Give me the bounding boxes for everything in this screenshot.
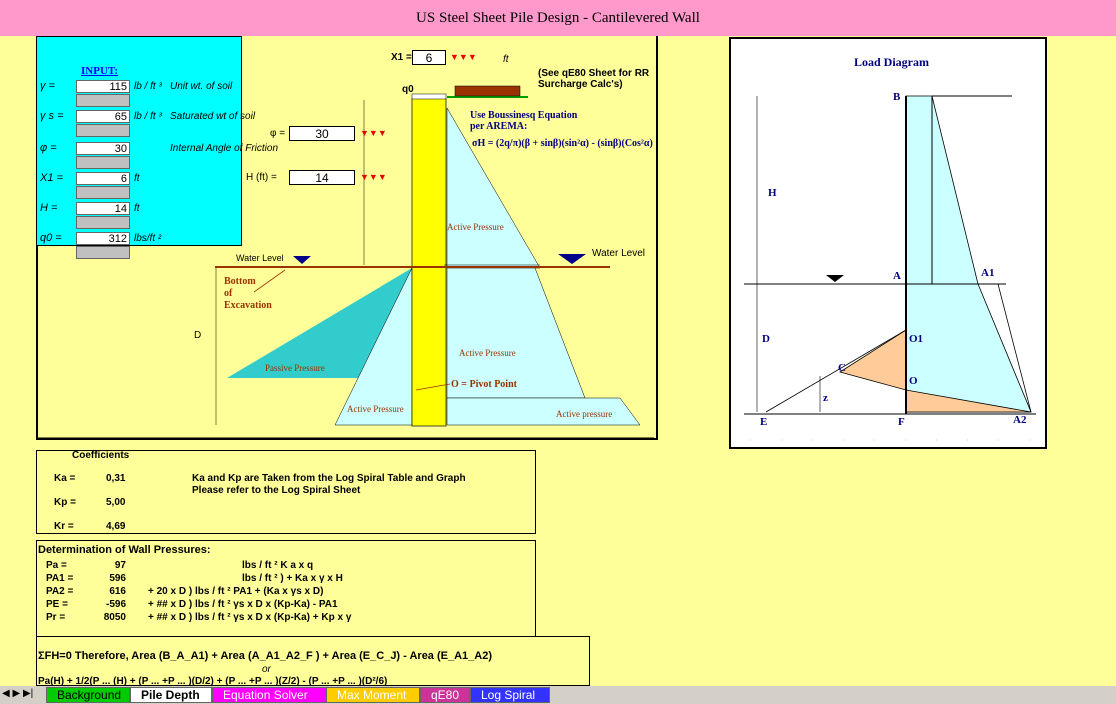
tab-pile-depth[interactable]: Pile Depth — [130, 687, 212, 703]
x1-unit: ft — [503, 54, 509, 65]
q0-label: q0 — [402, 84, 414, 95]
pressure-symbol: PA2 = — [46, 586, 74, 597]
h-arrows: ▼▼▼ — [360, 172, 387, 182]
label-A1: A1 — [981, 267, 995, 279]
phi-arrows: ▼▼▼ — [360, 128, 387, 138]
coef-value: 0,31 — [106, 473, 126, 484]
x1-label: X1 = — [391, 52, 412, 63]
load-diagram-title: Load Diagram — [854, 55, 929, 69]
sum-or: or — [262, 664, 271, 675]
coefficients-heading: Coefficients — [72, 450, 130, 461]
h-label: H (ft) = — [246, 172, 277, 183]
pressures-heading: Determination of Wall Pressures: — [38, 544, 211, 556]
phi-input[interactable]: 30 — [289, 126, 355, 141]
sheet-tabs-bar: ◀ ▶ ▶| Background Pile Depth Equation Solv… — [0, 686, 1116, 704]
coef-symbol: Kr = — [54, 521, 74, 532]
pressure-symbol: Pr = — [46, 612, 66, 623]
x1-input[interactable]: 6 — [412, 50, 446, 65]
pressure-mid: + ## x D ) lbs / ft ² γs x D x (Kp-Ka) +… — [148, 612, 352, 623]
active-pressure-label-1: Active Pressure — [447, 222, 504, 232]
sheet-pile — [411, 97, 447, 427]
coef-value: 5,00 — [106, 497, 126, 508]
pressure-mid: + ## x D ) lbs / ft ² γs x D x (Kp-Ka) -… — [148, 599, 338, 610]
tab-equation-solver[interactable]: Equation Solver — [212, 687, 326, 703]
rail-car-icon — [454, 85, 521, 97]
label-C: C — [838, 362, 846, 374]
label-z: z — [823, 392, 828, 404]
label-A2: A2 — [1013, 414, 1027, 426]
d-label: D — [194, 330, 202, 341]
pressure-value: -596 — [105, 599, 126, 610]
tab-qe80[interactable]: qE80 — [420, 687, 470, 703]
label-A: A — [893, 270, 901, 282]
see-qe80-note: (See qE80 Sheet for RR Surcharge Calc's) — [538, 68, 650, 90]
coef-symbol: Ka = — [54, 473, 76, 484]
active-pressure-label-3: Active Pressure — [347, 404, 404, 414]
pressure-value: 8050 — [103, 612, 126, 623]
coef-note-1: Ka and Kp are Taken from the Log Spiral … — [192, 473, 466, 484]
active-pressure-label-4: Active pressure — [556, 409, 613, 419]
water-level-left: Water Level — [236, 253, 284, 263]
pressure-symbol: Pa = — [46, 560, 67, 571]
water-level-icon-left — [293, 256, 311, 264]
x1-arrows: ▼▼▼ — [450, 52, 477, 62]
sum-line-2: Pa(H) + 1/2(P ... (H) + (P ... +P ... )(… — [38, 676, 388, 686]
pressure-mid: + 20 x D ) lbs / ft ² PA1 + (Ka x γs x D… — [148, 586, 324, 597]
label-B: B — [893, 91, 901, 103]
boussinesq-equation: σH = (2q/π)(β + sinβ)(sin²α) - (sinβ)(Co… — [472, 138, 653, 149]
coef-value: 4,69 — [106, 521, 126, 532]
tab-max-moment[interactable]: Max Moment — [326, 687, 420, 703]
coef-symbol: Kp = — [54, 497, 76, 508]
bottom-excavation: Bottom of Excavation — [224, 276, 272, 311]
pressure-formula: lbs / ft ² K a x q — [242, 560, 314, 571]
pressure-value: 97 — [114, 560, 126, 571]
pressure-symbol: PA1 = — [46, 573, 74, 584]
tab-nav-arrows[interactable]: ◀ ▶ ▶| — [2, 688, 33, 699]
h-input[interactable]: 14 — [289, 170, 355, 185]
pivot-point-label: O = Pivot Point — [451, 379, 517, 390]
tab-log-spiral[interactable]: Log Spiral — [470, 687, 550, 703]
label-D: D — [762, 333, 770, 345]
label-O: O — [909, 375, 918, 387]
pressure-formula: lbs / ft ² ) + Ka x γ x H — [242, 573, 343, 584]
water-level-right: Water Level — [592, 248, 645, 259]
sum-line-1: ΣFH=0 Therefore, Area (B_A_A1) + Area (A… — [38, 650, 493, 662]
label-E: E — [760, 416, 768, 428]
label-F: F — [898, 416, 905, 428]
label-O1: O1 — [909, 333, 924, 345]
coef-note-2: Please refer to the Log Spiral Sheet — [192, 485, 361, 496]
active-pressure-upper — [446, 107, 541, 269]
tab-background[interactable]: Background — [46, 687, 130, 703]
pressure-symbol: PE = — [46, 599, 68, 610]
boussinesq-note: Use Boussinesq Equation per AREMA: — [470, 110, 578, 132]
label-H: H — [768, 187, 777, 199]
active-pressure-label-2: Active Pressure — [459, 348, 516, 358]
passive-pressure-label: Passive Pressure — [265, 363, 325, 373]
pressure-value: 616 — [109, 586, 126, 597]
pressure-value: 596 — [109, 573, 126, 584]
phi-label: φ = — [270, 128, 286, 139]
water-level-icon-right — [558, 254, 586, 264]
